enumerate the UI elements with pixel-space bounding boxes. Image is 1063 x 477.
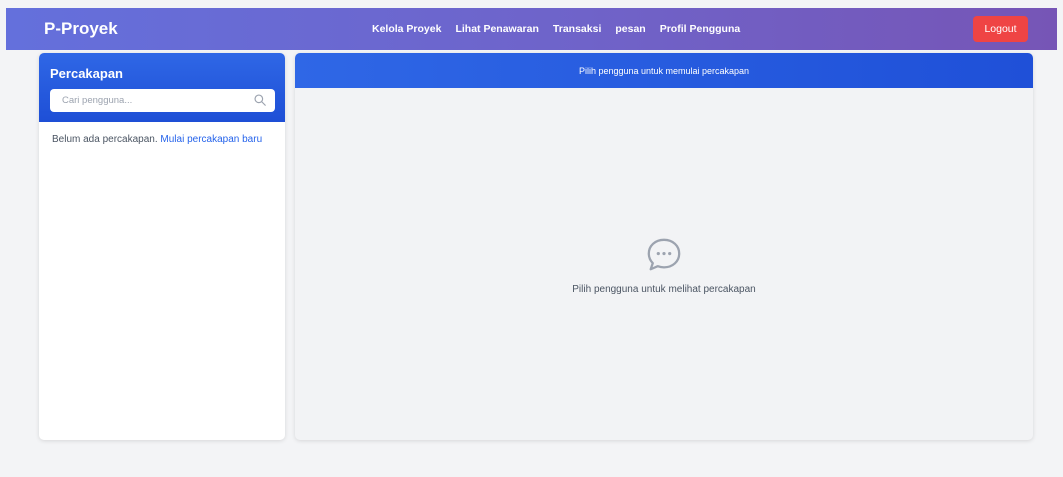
nav-link-kelola-proyek[interactable]: Kelola Proyek xyxy=(372,23,441,35)
nav-link-pesan[interactable]: pesan xyxy=(615,23,645,35)
top-navbar: P-Proyek Kelola Proyek Lihat Penawaran T… xyxy=(6,8,1057,50)
sidebar-header: Percakapan xyxy=(39,53,285,122)
search-box xyxy=(50,89,275,112)
empty-conversations: Belum ada percakapan. Mulai percakapan b… xyxy=(39,122,285,145)
conversation-sidebar: Percakapan Belum ada percakapan. Mulai p… xyxy=(39,53,285,440)
chat-bubble-icon xyxy=(647,238,681,271)
chat-placeholder-text: Pilih pengguna untuk melihat percakapan xyxy=(572,284,756,295)
search-input[interactable] xyxy=(50,89,275,112)
brand-logo[interactable]: P-Proyek xyxy=(44,19,118,39)
nav-links: Kelola Proyek Lihat Penawaran Transaksi … xyxy=(372,23,740,35)
chat-header-text: Pilih pengguna untuk memulai percakapan xyxy=(578,65,750,76)
chat-placeholder: Pilih pengguna untuk melihat percakapan xyxy=(295,236,1033,295)
search-icon[interactable] xyxy=(253,93,267,107)
logout-button[interactable]: Logout xyxy=(973,16,1028,42)
nav-link-lihat-penawaran[interactable]: Lihat Penawaran xyxy=(455,23,538,35)
start-new-conversation-link[interactable]: Mulai percakapan baru xyxy=(160,134,262,145)
sidebar-title: Percakapan xyxy=(50,66,123,81)
empty-conversations-text: Belum ada percakapan. xyxy=(52,134,158,145)
chat-panel: Pilih pengguna untuk memulai percakapan … xyxy=(295,53,1033,440)
nav-link-transaksi[interactable]: Transaksi xyxy=(553,23,601,35)
chat-header: Pilih pengguna untuk memulai percakapan xyxy=(295,53,1033,88)
nav-link-profil-pengguna[interactable]: Profil Pengguna xyxy=(660,23,741,35)
